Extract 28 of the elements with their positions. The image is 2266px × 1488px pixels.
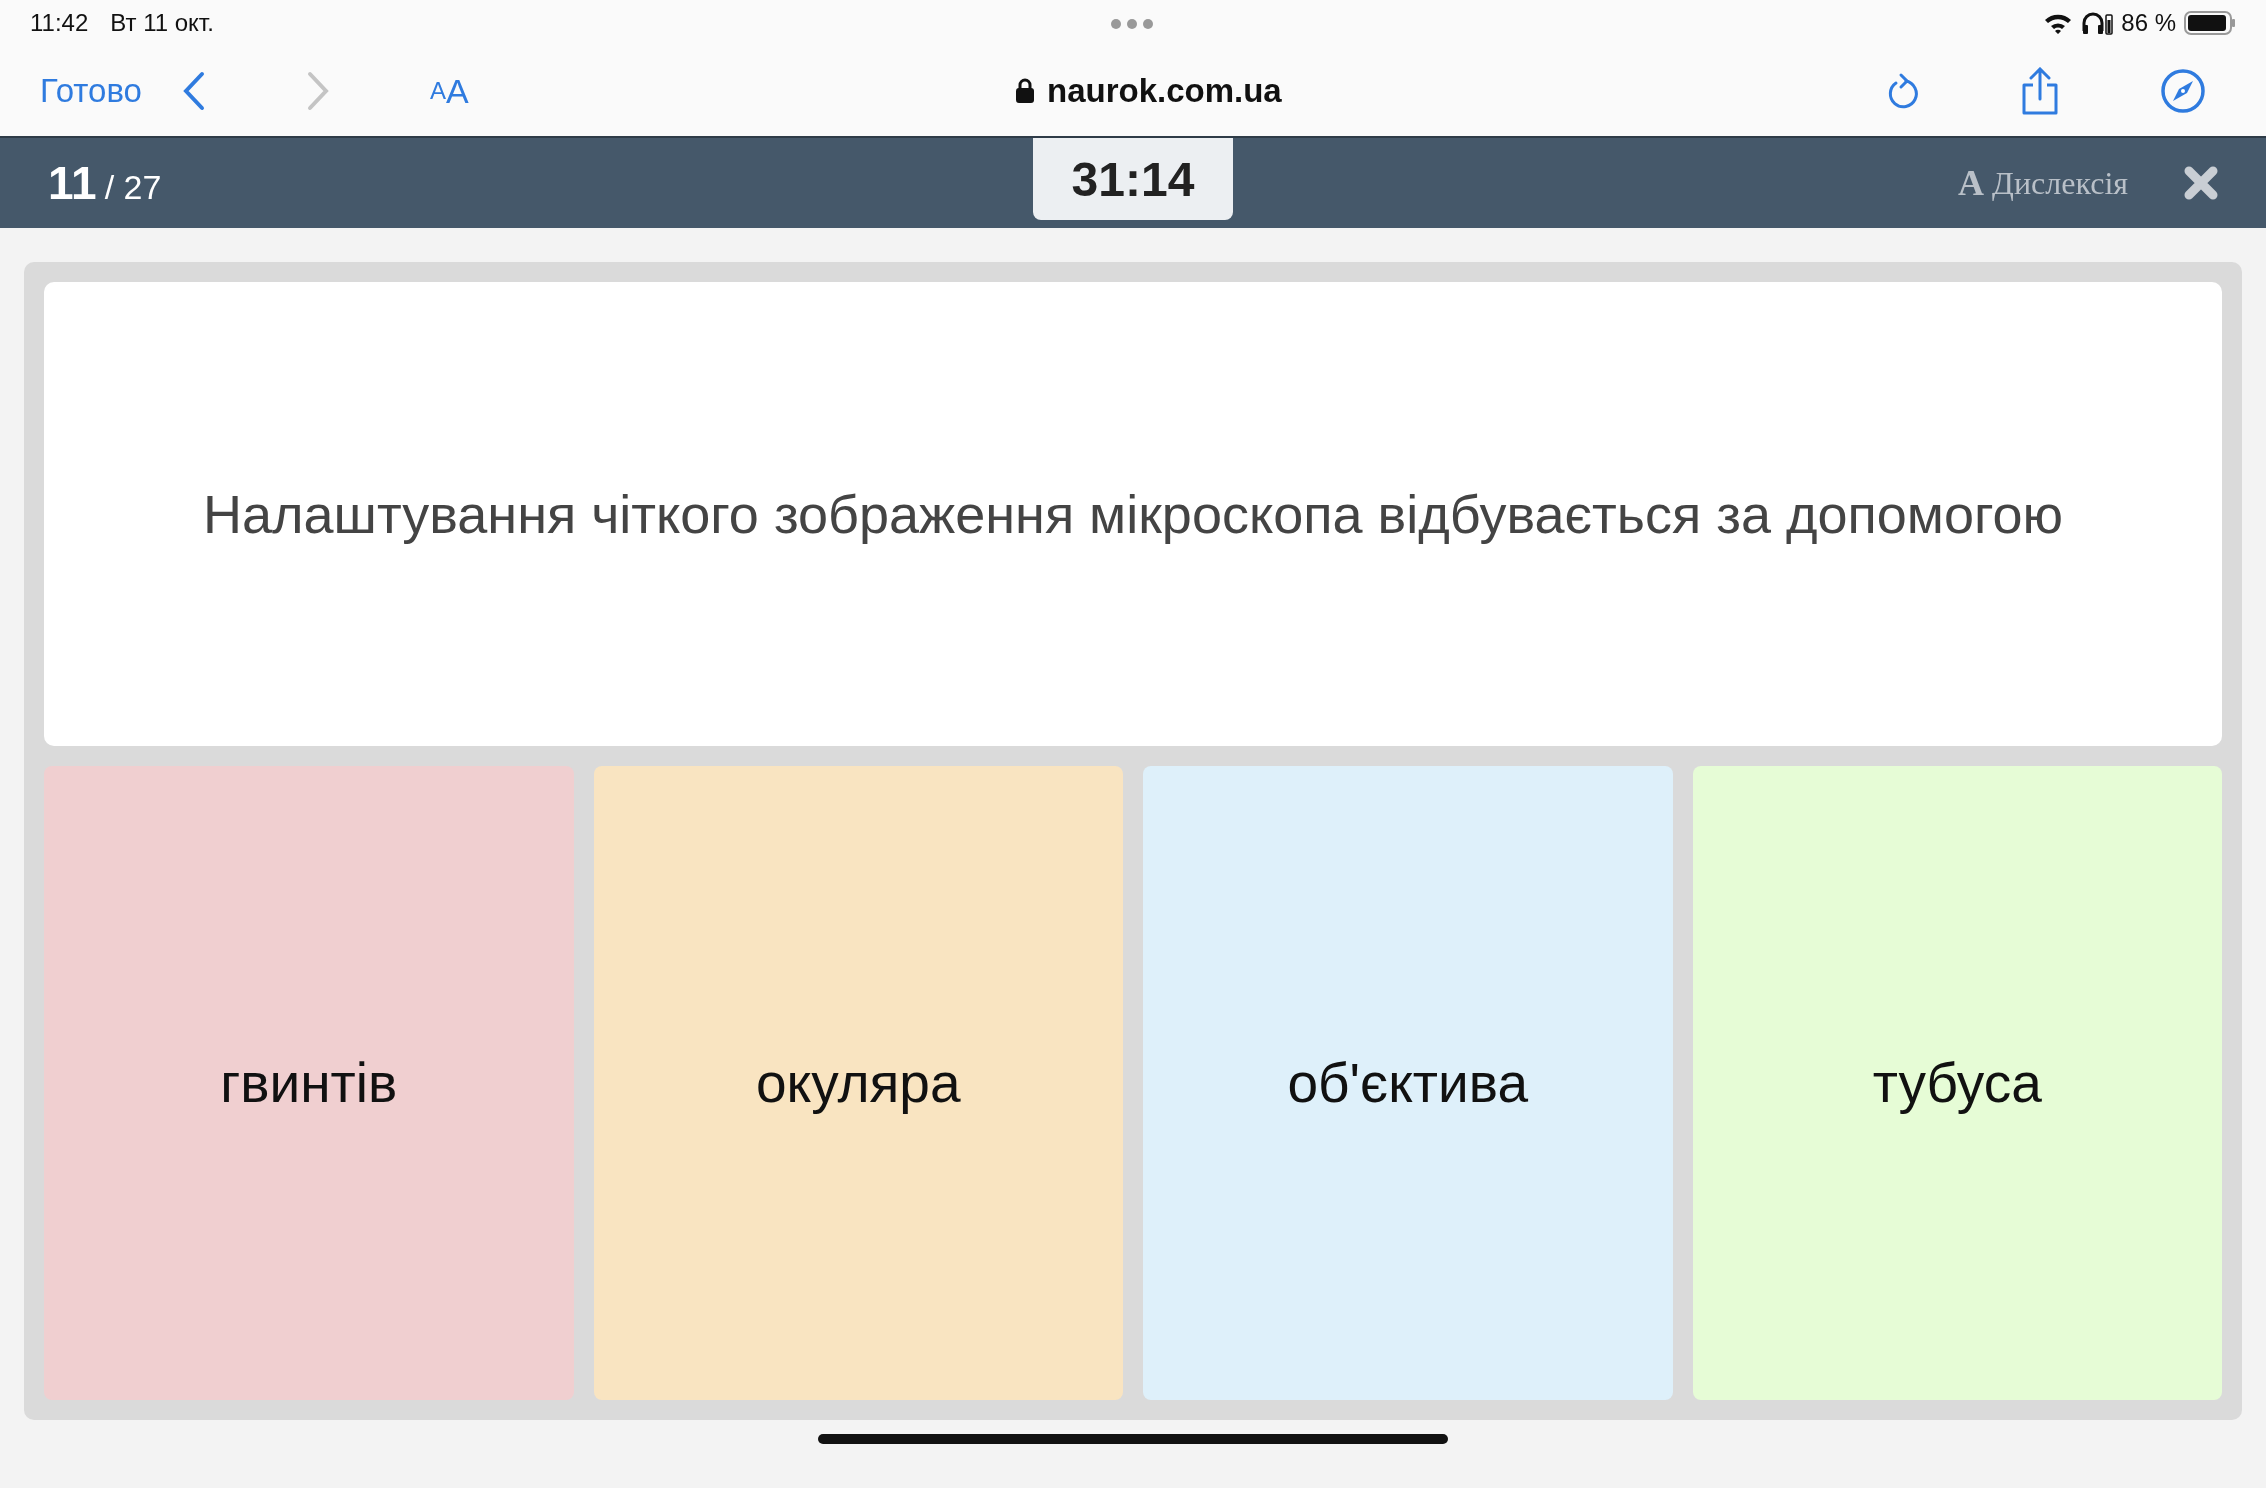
question-text: Налаштування чіткого зображення мікроскопа відбувається за допомогою — [44, 282, 2222, 746]
answer-option[interactable]: об'єктива — [1143, 766, 1673, 1400]
battery-percent: 86 % — [2121, 9, 2176, 37]
dyslexia-toggle[interactable]: A Дислексія — [1958, 162, 2128, 204]
headphones-icon — [2081, 11, 2114, 35]
close-icon — [2184, 166, 2218, 200]
status-date: Вт 11 окт. — [110, 9, 214, 37]
multitasking-dots-icon[interactable] — [1110, 18, 1154, 30]
timer: 31:14 — [1033, 138, 1233, 220]
done-button[interactable]: Готово — [40, 72, 142, 110]
answer-option[interactable]: окуляра — [593, 766, 1123, 1400]
back-button[interactable] — [181, 71, 206, 111]
reload-icon[interactable] — [1886, 71, 1920, 111]
address-bar[interactable]: naurok.com.ua — [1015, 68, 1282, 114]
answer-option[interactable]: гвинтів — [44, 766, 574, 1400]
text-size-button[interactable]: AA — [429, 71, 469, 111]
battery-icon — [2184, 11, 2236, 35]
compass-icon[interactable] — [2160, 68, 2206, 114]
close-button[interactable] — [2184, 166, 2218, 200]
answer-option[interactable]: тубуса — [1692, 766, 2222, 1400]
share-icon[interactable] — [2020, 67, 2060, 115]
forward-chevron-icon — [305, 71, 330, 111]
status-time: 11:42 — [30, 9, 89, 37]
back-chevron-icon — [181, 71, 206, 111]
question-number: 11 — [48, 156, 97, 210]
wifi-icon — [2043, 12, 2074, 34]
question-total: / 27 — [104, 168, 162, 207]
lock-icon — [1015, 78, 1035, 104]
